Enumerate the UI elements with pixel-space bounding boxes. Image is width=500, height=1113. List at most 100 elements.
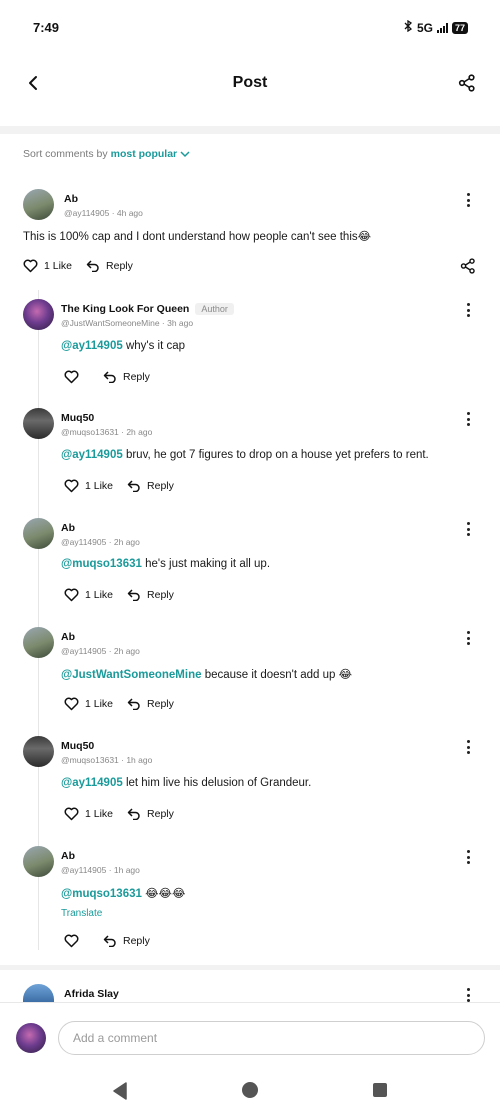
mention-link[interactable]: @ay114905 <box>61 340 123 352</box>
avatar[interactable] <box>23 846 54 877</box>
comment-actions: Reply <box>64 370 150 384</box>
share-comment-button[interactable] <box>460 258 476 279</box>
reply-icon <box>127 480 140 492</box>
avatar[interactable] <box>23 518 54 549</box>
like-count: 1 Like <box>85 480 114 492</box>
comment-text: @ay114905 bruv, he got 7 figures to drop… <box>61 449 429 461</box>
reply-icon <box>86 260 99 272</box>
reply-label: Reply <box>147 480 174 492</box>
user-avatar[interactable] <box>16 1023 46 1053</box>
mention-link[interactable]: @muqso13631 <box>61 888 142 900</box>
chevron-down-icon <box>180 151 190 158</box>
like-count: 1 Like <box>85 589 114 601</box>
avatar[interactable] <box>23 189 54 220</box>
reply-button[interactable]: Reply <box>127 808 174 820</box>
like-button[interactable]: 1 Like <box>64 697 113 711</box>
app-header: Post <box>0 58 500 108</box>
avatar[interactable] <box>23 736 54 767</box>
reply-button[interactable]: Reply <box>103 935 150 947</box>
more-options-button[interactable] <box>461 410 475 428</box>
avatar[interactable] <box>23 299 54 330</box>
sort-label: Sort comments by <box>23 148 108 160</box>
comment-author[interactable]: The King Look For Queen Author <box>61 303 234 315</box>
comment-actions: 1 Like Reply <box>64 588 174 602</box>
comment-body: because it doesn't add up 😂 <box>201 669 353 681</box>
heart-icon <box>64 370 79 384</box>
more-options-button[interactable] <box>461 520 475 538</box>
like-button[interactable]: 1 Like <box>64 479 113 493</box>
comment-body: bruv, he got 7 figures to drop on a hous… <box>122 449 429 461</box>
more-options-button[interactable] <box>461 301 475 319</box>
like-count: 1 Like <box>85 808 114 820</box>
comment-actions: 1 Like Reply <box>64 807 174 821</box>
status-time: 7:49 <box>33 20 60 35</box>
home-circle-icon[interactable] <box>242 1082 258 1098</box>
mention-link[interactable]: @ay114905 <box>61 777 123 789</box>
reply-button[interactable]: Reply <box>127 589 174 601</box>
mention-link[interactable]: @JustWantSomeoneMine <box>61 669 202 681</box>
comment-author[interactable]: Ab <box>61 522 75 534</box>
reply-label: Reply <box>147 589 174 601</box>
reply-button[interactable]: Reply <box>86 260 133 272</box>
comment-author[interactable]: Muq50 <box>61 412 94 424</box>
comment-actions: 1 Like Reply <box>23 259 133 273</box>
share-button[interactable] <box>454 70 480 96</box>
heart-icon <box>64 934 79 948</box>
more-options-button[interactable] <box>461 629 475 647</box>
share-icon <box>458 74 475 92</box>
comment-text: This is 100% cap and I dont understand h… <box>23 231 372 243</box>
translate-link[interactable]: Translate <box>61 908 102 919</box>
comment-author[interactable]: Ab <box>61 631 75 643</box>
comment-meta: @JustWantSomeoneMine · 3h ago <box>61 318 194 328</box>
comment-text: @muqso13631 he's just making it all up. <box>61 558 270 570</box>
signal-icon <box>436 22 448 33</box>
comment-body: 😂😂😂 <box>141 888 186 900</box>
heart-icon <box>64 807 79 821</box>
reply-label: Reply <box>123 935 150 947</box>
page-title: Post <box>232 74 268 91</box>
like-button[interactable] <box>64 934 79 948</box>
like-button[interactable] <box>64 370 79 384</box>
status-indicators: 5G 77 <box>404 19 468 35</box>
reply-label: Reply <box>147 808 174 820</box>
status-bar: 7:49 5G 77 <box>0 0 500 52</box>
reply-label: Reply <box>123 371 150 383</box>
header-divider <box>0 126 500 134</box>
heart-icon <box>64 588 79 602</box>
comment-body: he's just making it all up. <box>141 558 271 570</box>
share-icon <box>460 258 475 274</box>
reply-button[interactable]: Reply <box>127 698 174 710</box>
like-button[interactable]: 1 Like <box>64 588 113 602</box>
heart-icon <box>64 479 79 493</box>
system-nav-bar <box>0 1070 500 1113</box>
back-triangle-icon[interactable] <box>112 1082 128 1100</box>
reply-button[interactable]: Reply <box>127 480 174 492</box>
comment-actions: Reply <box>64 934 150 948</box>
author-name: The King Look For Queen <box>61 303 190 315</box>
reply-button[interactable]: Reply <box>103 371 150 383</box>
more-options-button[interactable] <box>461 738 475 756</box>
more-options-button[interactable] <box>461 191 475 209</box>
sort-control[interactable]: Sort comments by most popular <box>23 148 190 160</box>
comment-author[interactable]: Muq50 <box>61 740 94 752</box>
comment-author[interactable]: Ab <box>61 850 75 862</box>
comment-meta: @ay114905 · 4h ago <box>64 208 143 218</box>
more-options-button[interactable] <box>461 848 475 866</box>
comment-author[interactable]: Ab <box>64 193 78 205</box>
avatar[interactable] <box>23 984 54 1002</box>
avatar[interactable] <box>23 408 54 439</box>
comment-body: why's it cap <box>122 340 186 352</box>
mention-link[interactable]: @ay114905 <box>61 449 123 461</box>
comment-author[interactable]: Afrida Slay <box>64 988 119 1000</box>
bluetooth-icon <box>404 19 413 35</box>
like-button[interactable]: 1 Like <box>64 807 113 821</box>
reply-label: Reply <box>106 260 133 272</box>
heart-icon <box>23 259 38 273</box>
recents-square-icon[interactable] <box>373 1083 387 1097</box>
reply-icon <box>127 698 140 710</box>
avatar[interactable] <box>23 627 54 658</box>
mention-link[interactable]: @muqso13631 <box>61 558 142 570</box>
comment-text: @JustWantSomeoneMine because it doesn't … <box>61 667 352 681</box>
comment-input[interactable] <box>58 1021 485 1055</box>
like-button[interactable]: 1 Like <box>23 259 72 273</box>
